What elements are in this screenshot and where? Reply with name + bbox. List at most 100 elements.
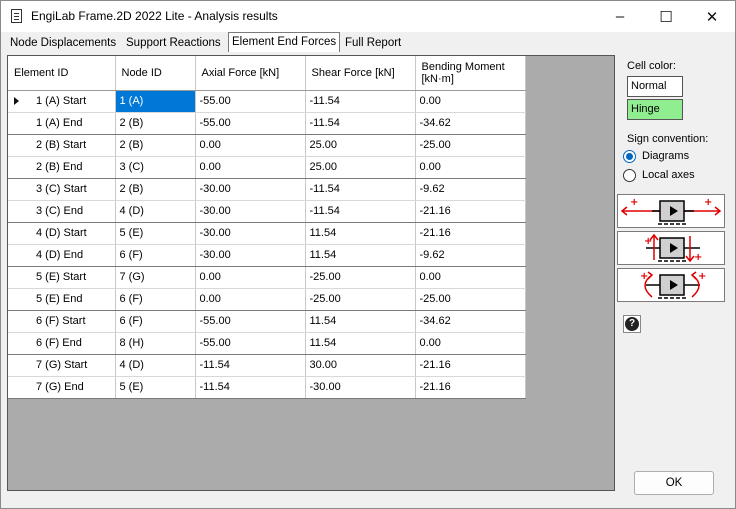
cell-node[interactable]: 6 (F) [115, 288, 196, 311]
close-button[interactable]: ✕ [689, 1, 735, 32]
cell-shear[interactable]: -25.00 [305, 266, 416, 289]
table-row[interactable]: 7 (G) End 5 (E) -11.54 -30.00 -21.16 [8, 376, 526, 399]
table-row[interactable]: 6 (F) End 8 (H) -55.00 11.54 0.00 [8, 332, 526, 355]
cell-axial[interactable]: -55.00 [195, 332, 306, 355]
cell-axial[interactable]: 0.00 [195, 266, 306, 289]
cell-node[interactable]: 4 (D) [115, 354, 196, 377]
cell-shear[interactable]: -11.54 [305, 112, 416, 135]
cell-axial[interactable]: 0.00 [195, 156, 306, 179]
cell-moment[interactable]: -21.16 [415, 222, 526, 245]
diagrams-radio[interactable] [623, 150, 636, 163]
cell-element[interactable]: 7 (G) End [8, 376, 116, 399]
cell-element[interactable]: 6 (F) End [8, 332, 116, 355]
cell-shear[interactable]: 11.54 [305, 244, 416, 267]
cell-node[interactable]: 6 (F) [115, 310, 196, 333]
cell-moment[interactable]: 0.00 [415, 90, 526, 113]
cell-moment[interactable]: 0.00 [415, 332, 526, 355]
diagrams-radio-label[interactable]: Diagrams [642, 150, 689, 162]
cell-node[interactable]: 2 (B) [115, 178, 196, 201]
cell-moment[interactable]: -25.00 [415, 134, 526, 157]
cell-moment[interactable]: -21.16 [415, 200, 526, 223]
cell-moment[interactable]: -21.16 [415, 354, 526, 377]
cell-element[interactable]: 4 (D) End [8, 244, 116, 267]
table-row[interactable]: 7 (G) Start 4 (D) -11.54 30.00 -21.16 [8, 354, 526, 377]
cell-axial[interactable]: -30.00 [195, 178, 306, 201]
minimize-button[interactable]: – [597, 1, 643, 32]
table-row[interactable]: 5 (E) End 6 (F) 0.00 -25.00 -25.00 [8, 288, 526, 311]
cell-node[interactable]: 7 (G) [115, 266, 196, 289]
tab-support-reactions[interactable]: Support Reactions [123, 34, 224, 53]
cell-moment[interactable]: 0.00 [415, 156, 526, 179]
cell-axial[interactable]: 0.00 [195, 288, 306, 311]
cell-shear[interactable]: 25.00 [305, 156, 416, 179]
cell-element[interactable]: 1 (A) Start [8, 90, 116, 113]
table-row[interactable]: 2 (B) End 3 (C) 0.00 25.00 0.00 [8, 156, 526, 179]
cell-shear[interactable]: -25.00 [305, 288, 416, 311]
cell-axial[interactable]: 0.00 [195, 134, 306, 157]
table-row[interactable]: 3 (C) End 4 (D) -30.00 -11.54 -21.16 [8, 200, 526, 223]
cell-shear[interactable]: -11.54 [305, 200, 416, 223]
cell-element[interactable]: 3 (C) End [8, 200, 116, 223]
results-grid-area[interactable]: Element ID Node ID Axial Force [kN] Shea… [7, 55, 615, 491]
cell-element[interactable]: 2 (B) Start [8, 134, 116, 157]
local-axes-radio[interactable] [623, 169, 636, 182]
cell-moment[interactable]: -34.62 [415, 112, 526, 135]
ok-button[interactable]: OK [634, 471, 714, 495]
table-row[interactable]: 4 (D) Start 5 (E) -30.00 11.54 -21.16 [8, 222, 526, 245]
cell-moment[interactable]: -25.00 [415, 288, 526, 311]
tab-element-end-forces[interactable]: Element End Forces [228, 32, 341, 52]
column-header-axial-force[interactable]: Axial Force [kN] [195, 56, 306, 91]
cell-moment[interactable]: -34.62 [415, 310, 526, 333]
cell-axial[interactable]: -55.00 [195, 90, 306, 113]
tab-full-report[interactable]: Full Report [342, 34, 404, 53]
cell-moment[interactable]: 0.00 [415, 266, 526, 289]
cell-axial[interactable]: -11.54 [195, 376, 306, 399]
cell-axial[interactable]: -30.00 [195, 222, 306, 245]
cell-moment[interactable]: -9.62 [415, 244, 526, 267]
column-header-bending-moment[interactable]: Bending Moment [kN·m] [415, 56, 526, 91]
cell-element[interactable]: 3 (C) Start [8, 178, 116, 201]
cell-axial[interactable]: -11.54 [195, 354, 306, 377]
cell-node[interactable]: 4 (D) [115, 200, 196, 223]
cell-node[interactable]: 5 (E) [115, 376, 196, 399]
cell-node[interactable]: 5 (E) [115, 222, 196, 245]
cell-shear[interactable]: 11.54 [305, 222, 416, 245]
table-row[interactable]: 6 (F) Start 6 (F) -55.00 11.54 -34.62 [8, 310, 526, 333]
table-row[interactable]: 2 (B) Start 2 (B) 0.00 25.00 -25.00 [8, 134, 526, 157]
cell-node[interactable]: 6 (F) [115, 244, 196, 267]
cell-node[interactable]: 8 (H) [115, 332, 196, 355]
table-row[interactable]: 1 (A) Start 1 (A) -55.00 -11.54 0.00 [8, 90, 526, 113]
table-row[interactable]: 1 (A) End 2 (B) -55.00 -11.54 -34.62 [8, 112, 526, 135]
cell-shear[interactable]: 11.54 [305, 332, 416, 355]
cell-shear[interactable]: 30.00 [305, 354, 416, 377]
cell-node[interactable]: 1 (A) [115, 90, 196, 113]
tab-node-displacements[interactable]: Node Displacements [7, 34, 119, 53]
cell-moment[interactable]: -21.16 [415, 376, 526, 399]
column-header-element-id[interactable]: Element ID [8, 56, 116, 91]
cell-axial[interactable]: -55.00 [195, 112, 306, 135]
table-row[interactable]: 5 (E) Start 7 (G) 0.00 -25.00 0.00 [8, 266, 526, 289]
help-button[interactable]: ? [623, 315, 641, 333]
cell-element[interactable]: 6 (F) Start [8, 310, 116, 333]
table-row[interactable]: 3 (C) Start 2 (B) -30.00 -11.54 -9.62 [8, 178, 526, 201]
cell-node[interactable]: 3 (C) [115, 156, 196, 179]
cell-node[interactable]: 2 (B) [115, 134, 196, 157]
cell-shear[interactable]: -11.54 [305, 178, 416, 201]
table-row[interactable]: 4 (D) End 6 (F) -30.00 11.54 -9.62 [8, 244, 526, 267]
local-axes-radio-label[interactable]: Local axes [642, 169, 695, 181]
cell-element[interactable]: 2 (B) End [8, 156, 116, 179]
cell-node[interactable]: 2 (B) [115, 112, 196, 135]
cell-moment[interactable]: -9.62 [415, 178, 526, 201]
cell-element[interactable]: 1 (A) End [8, 112, 116, 135]
cell-shear[interactable]: 11.54 [305, 310, 416, 333]
cell-shear[interactable]: -30.00 [305, 376, 416, 399]
cell-axial[interactable]: -55.00 [195, 310, 306, 333]
cell-shear[interactable]: -11.54 [305, 90, 416, 113]
cell-element[interactable]: 5 (E) End [8, 288, 116, 311]
cell-element[interactable]: 5 (E) Start [8, 266, 116, 289]
column-header-shear-force[interactable]: Shear Force [kN] [305, 56, 416, 91]
column-header-node-id[interactable]: Node ID [115, 56, 196, 91]
cell-axial[interactable]: -30.00 [195, 244, 306, 267]
cell-axial[interactable]: -30.00 [195, 200, 306, 223]
maximize-button[interactable]: ☐ [643, 1, 689, 32]
